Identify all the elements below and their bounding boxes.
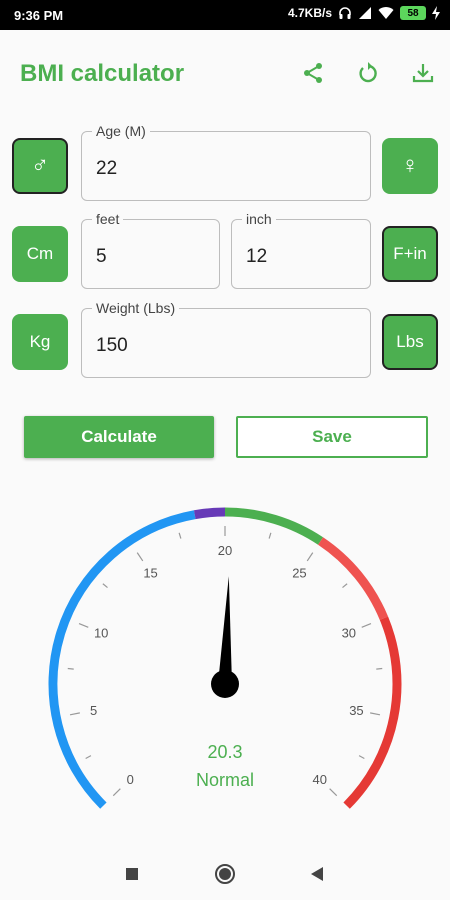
refresh-icon (359, 62, 377, 83)
gauge-tick-label: 10 (94, 626, 108, 641)
reset-button[interactable] (353, 58, 383, 88)
status-time: 9:36 PM (14, 8, 64, 23)
signal-icon (359, 7, 371, 19)
kg-button[interactable]: Kg (12, 314, 68, 370)
gauge-tick-label: 35 (349, 703, 363, 718)
battery-icon: 58 (400, 6, 426, 20)
feet-value[interactable]: 5 (96, 246, 107, 268)
gauge-tick-label: 25 (292, 566, 306, 581)
back-triangle-icon (311, 867, 323, 881)
feet-inch-button[interactable]: F+in (382, 226, 438, 282)
gauge-tick-label: 5 (90, 703, 97, 718)
app-title: BMI calculator (20, 60, 185, 87)
bmi-category: Normal (195, 770, 254, 790)
gauge-tick (67, 667, 74, 670)
circle-icon (215, 864, 235, 884)
female-button[interactable]: ♀ (382, 138, 438, 194)
age-label: Age (M) (92, 123, 150, 139)
bmi-value: 20.3 (207, 742, 243, 762)
gauge-tick (102, 583, 108, 589)
gauge-tick (268, 532, 272, 539)
inch-value[interactable]: 12 (246, 246, 267, 268)
gauge-tick (361, 622, 372, 628)
male-button[interactable]: ♂ (12, 138, 68, 194)
gauge-range-arc (224, 507, 324, 545)
back-button[interactable] (305, 862, 329, 886)
home-button[interactable] (213, 862, 237, 886)
calculate-button[interactable]: Calculate (24, 416, 214, 458)
cm-button[interactable]: Cm (12, 226, 68, 282)
gauge-tick (376, 667, 383, 670)
wifi-icon (378, 7, 394, 20)
square-icon (126, 868, 138, 880)
gauge-needle-hub (211, 670, 239, 698)
weight-label: Weight (Lbs) (92, 300, 180, 316)
gauge-needle (218, 576, 232, 685)
share-icon (304, 63, 322, 83)
gauge-tick-label: 20 (218, 543, 232, 558)
save-button[interactable]: Save (236, 416, 428, 458)
gauge-tick (136, 552, 144, 562)
gauge-tick (178, 532, 182, 539)
age-value[interactable]: 22 (96, 158, 117, 180)
status-icons: 4.7KB/s 58 (288, 6, 440, 20)
status-bar: 9:36 PM 4.7KB/s 58 (0, 0, 450, 30)
gauge-tick-label: 30 (342, 626, 356, 641)
weight-value[interactable]: 150 (96, 335, 128, 357)
network-speed: 4.7KB/s (287, 6, 332, 20)
download-icon (412, 64, 434, 83)
feet-label: feet (92, 211, 124, 227)
lbs-button[interactable]: Lbs (382, 314, 438, 370)
gauge-tick (78, 622, 89, 628)
share-button[interactable] (298, 58, 328, 88)
gauge-tick (69, 712, 80, 716)
gauge-tick (342, 583, 348, 589)
gauge-tick (370, 712, 381, 716)
feet-field[interactable]: feet 5 (81, 211, 220, 289)
weight-field[interactable]: Weight (Lbs) 150 (81, 300, 371, 378)
charging-icon (432, 6, 440, 20)
gauge-tick-label: 15 (143, 566, 157, 581)
download-button[interactable] (408, 58, 438, 88)
inch-label: inch (242, 211, 276, 227)
gauge-tick (306, 552, 314, 562)
gauge-range-arc (318, 537, 389, 620)
recents-button[interactable] (120, 862, 144, 886)
age-field[interactable]: Age (M) 22 (81, 123, 371, 201)
navigation-bar (0, 848, 450, 900)
app-bar: BMI calculator (0, 30, 450, 120)
inch-field[interactable]: inch 12 (231, 211, 371, 289)
gauge-range-arc (193, 507, 226, 520)
headset-icon (339, 7, 351, 19)
